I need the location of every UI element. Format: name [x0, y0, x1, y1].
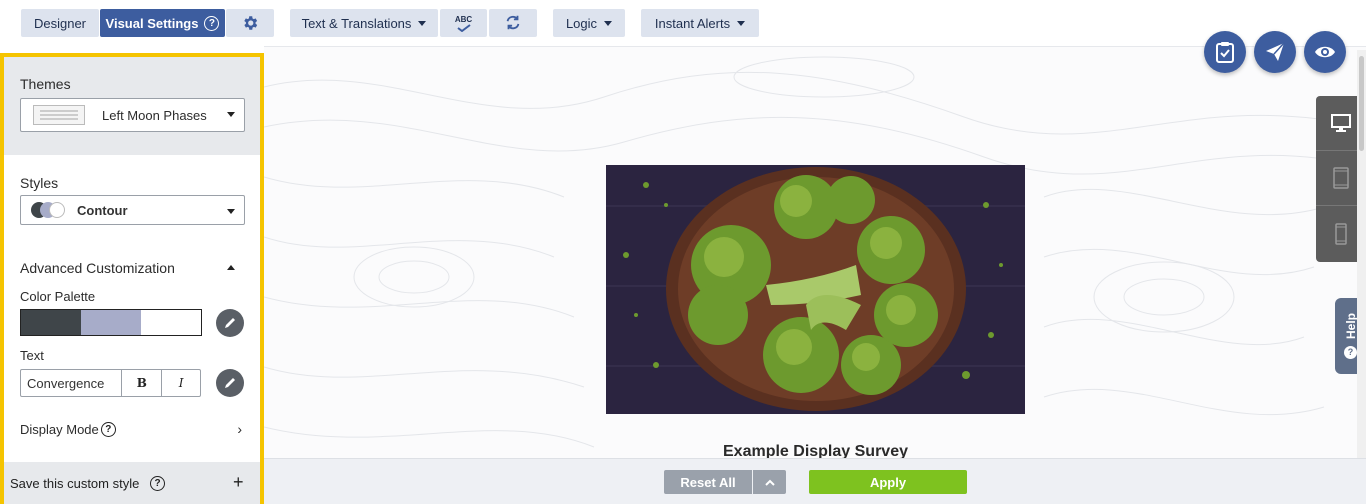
eye-icon — [1315, 46, 1335, 58]
broccoli-photo — [606, 165, 1025, 414]
save-custom-style-label: Save this custom style — [10, 476, 140, 491]
help-question-icon: ? — [1344, 345, 1357, 359]
publish-button[interactable] — [1254, 31, 1296, 73]
help-question-icon: ? — [100, 421, 116, 437]
chevron-down-icon — [227, 112, 235, 117]
gear-icon — [244, 16, 258, 30]
edit-palette-button[interactable] — [216, 309, 244, 337]
themes-label: Themes — [20, 76, 71, 92]
logic-dropdown[interactable]: Logic — [553, 9, 625, 37]
mobile-icon — [1335, 222, 1347, 245]
logic-label: Logic — [565, 15, 598, 31]
settings-button[interactable] — [226, 9, 274, 37]
palette-color-white — [141, 310, 201, 335]
reset-all-label: Reset All — [680, 474, 736, 490]
instant-alerts-label: Instant Alerts — [654, 15, 731, 31]
spell-check-button[interactable]: ABC — [440, 9, 487, 37]
chevron-right-icon: › — [237, 421, 242, 437]
preview-button[interactable] — [1304, 31, 1346, 73]
spell-check-icon: ABC — [455, 15, 472, 24]
font-select[interactable]: Convergence — [21, 370, 123, 396]
style-select[interactable]: Contour — [20, 195, 245, 225]
advanced-customization-label: Advanced Customization — [20, 260, 175, 276]
italic-icon: I — [178, 376, 184, 390]
save-custom-style-section[interactable]: Save this custom style ? + — [4, 462, 260, 504]
palette-color-dark — [21, 310, 81, 335]
chevron-up-icon — [764, 479, 775, 486]
color-palette-label: Color Palette — [20, 289, 96, 304]
help-tab-label: Help — [1343, 313, 1358, 340]
text-style-control: Convergence B I — [20, 369, 201, 397]
checklist-button[interactable] — [1204, 31, 1246, 73]
collapse-advanced-button[interactable] — [224, 261, 238, 273]
display-mode-row[interactable]: Display Mode ? › — [20, 419, 242, 439]
theme-thumbnail — [33, 105, 85, 125]
apply-label: Apply — [869, 474, 907, 490]
reset-options-button[interactable] — [753, 470, 786, 494]
bold-icon: B — [136, 376, 147, 390]
text-translations-label: Text & Translations — [301, 15, 412, 31]
chevron-down-icon — [418, 20, 427, 26]
instant-alerts-dropdown[interactable]: Instant Alerts — [641, 9, 759, 37]
color-palette-swatch[interactable] — [20, 309, 202, 336]
italic-toggle[interactable]: I — [161, 370, 200, 396]
style-select-value: Contour — [77, 202, 128, 218]
refresh-translations-button[interactable] — [489, 9, 537, 37]
font-select-value: Convergence — [27, 375, 105, 391]
clipboard-check-icon — [1216, 42, 1234, 63]
help-question-icon: ? — [150, 476, 165, 491]
top-toolbar: Designer Visual Settings ? Text & Transl… — [0, 0, 1366, 46]
tablet-icon — [1333, 167, 1349, 189]
spell-check-icon-text: ABC — [454, 14, 473, 24]
chevron-down-icon — [737, 20, 746, 26]
survey-title: Example Display Survey — [723, 443, 908, 458]
pencil-icon — [225, 378, 235, 388]
desktop-icon — [1331, 114, 1351, 132]
check-icon — [456, 23, 471, 32]
bold-toggle[interactable]: B — [122, 370, 161, 396]
display-mode-label: Display Mode — [20, 421, 99, 437]
designer-tab-label: Designer — [33, 15, 87, 31]
reset-all-button[interactable]: Reset All — [664, 470, 752, 494]
chevron-up-icon — [227, 264, 235, 270]
visual-settings-tab[interactable]: Visual Settings ? — [100, 9, 225, 37]
refresh-search-icon — [506, 15, 520, 30]
theme-select-value: Left Moon Phases — [102, 107, 207, 123]
survey-preview-canvas: Example Display Survey — [264, 46, 1366, 458]
text-label: Text — [20, 348, 44, 363]
contour-style-icon — [31, 201, 67, 219]
paper-plane-icon — [1266, 42, 1285, 61]
visual-settings-panel: Themes Left Moon Phases Styles Contour A… — [0, 53, 264, 504]
canvas-scrollbar-thumb[interactable] — [1359, 56, 1364, 151]
palette-color-lavender — [81, 310, 141, 335]
styles-label: Styles — [20, 175, 59, 191]
plus-icon[interactable]: + — [233, 472, 244, 493]
designer-tab[interactable]: Designer — [21, 9, 99, 37]
chevron-down-icon — [604, 20, 613, 26]
help-question-icon: ? — [204, 15, 220, 31]
chevron-down-icon — [227, 209, 235, 214]
edit-text-button[interactable] — [216, 369, 244, 397]
text-translations-dropdown[interactable]: Text & Translations — [290, 9, 438, 37]
apply-button[interactable]: Apply — [809, 470, 967, 494]
theme-select[interactable]: Left Moon Phases — [20, 98, 245, 132]
visual-settings-tab-label: Visual Settings — [105, 15, 199, 31]
bottom-action-bar: Reset All Apply — [264, 458, 1366, 504]
pencil-icon — [225, 318, 235, 328]
